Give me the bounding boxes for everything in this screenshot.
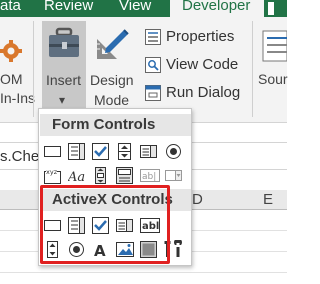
form-label-glyph: Aa bbox=[68, 170, 85, 184]
form-option-button-icon[interactable] bbox=[165, 143, 182, 160]
properties-label: Properties bbox=[166, 28, 235, 45]
form-group-box-icon[interactable]: xyz bbox=[44, 167, 61, 184]
form-xyz-glyph: xyz bbox=[46, 168, 58, 176]
tab-review[interactable]: Review bbox=[44, 0, 93, 17]
form-button-control-icon[interactable] bbox=[44, 143, 61, 160]
design-mode-label-2: Mode bbox=[94, 92, 130, 108]
design-mode-label-1: Design bbox=[90, 72, 134, 88]
com-addins-gear-icon[interactable] bbox=[0, 39, 22, 63]
form-text-field-glyph: ab| bbox=[142, 172, 156, 182]
activex-controls-highlight bbox=[40, 185, 170, 264]
tab-view[interactable]: View bbox=[119, 0, 151, 17]
tab-edge bbox=[268, 2, 274, 15]
run-dialog-icon bbox=[145, 85, 161, 101]
design-mode-icon bbox=[94, 26, 130, 62]
tab-developer[interactable]: Developer bbox=[170, 0, 264, 17]
form-combo-box-icon[interactable] bbox=[68, 143, 85, 160]
source-icon[interactable] bbox=[262, 29, 287, 63]
group-divider bbox=[252, 21, 253, 117]
form-combo-list-edit-icon[interactable] bbox=[116, 167, 133, 184]
form-check-box-icon[interactable] bbox=[92, 143, 109, 160]
chevron-down-icon: ▾ bbox=[59, 93, 66, 107]
toolbox-icon bbox=[46, 26, 82, 62]
form-scroll-bar-icon[interactable] bbox=[92, 167, 109, 184]
group-divider bbox=[33, 21, 34, 117]
com-addins-label-1: OM bbox=[0, 71, 23, 87]
form-spin-button-icon[interactable] bbox=[116, 143, 133, 160]
form-list-box-icon[interactable] bbox=[140, 143, 157, 160]
insert-label: Insert bbox=[46, 72, 82, 88]
column-header-d[interactable]: D bbox=[192, 191, 203, 208]
form-controls-heading: Form Controls bbox=[40, 114, 191, 136]
insert-controls-button[interactable]: Insert ▾ bbox=[42, 21, 86, 112]
ribbon-tab-strip: ata Review View Developer bbox=[0, 0, 287, 17]
run-dialog-button[interactable]: Run Dialog bbox=[144, 82, 269, 104]
properties-icon bbox=[145, 29, 161, 45]
source-label: Sour bbox=[258, 71, 288, 87]
form-label-icon[interactable]: Aa bbox=[68, 167, 90, 184]
properties-button[interactable]: Properties bbox=[144, 26, 269, 48]
run-dialog-label: Run Dialog bbox=[166, 84, 241, 101]
form-combo-drop-down-edit-icon[interactable] bbox=[165, 167, 182, 184]
design-mode-button[interactable]: Design Mode bbox=[88, 21, 138, 112]
form-text-field-icon[interactable]: ab| bbox=[140, 167, 160, 184]
tab-data[interactable]: ata bbox=[0, 0, 21, 17]
com-addins-label-2: In-Ins bbox=[0, 90, 36, 106]
view-code-label: View Code bbox=[166, 56, 239, 73]
row-gridline bbox=[0, 272, 287, 273]
view-code-icon bbox=[145, 57, 161, 73]
view-code-button[interactable]: View Code bbox=[144, 54, 269, 76]
column-header-e[interactable]: E bbox=[263, 191, 273, 208]
